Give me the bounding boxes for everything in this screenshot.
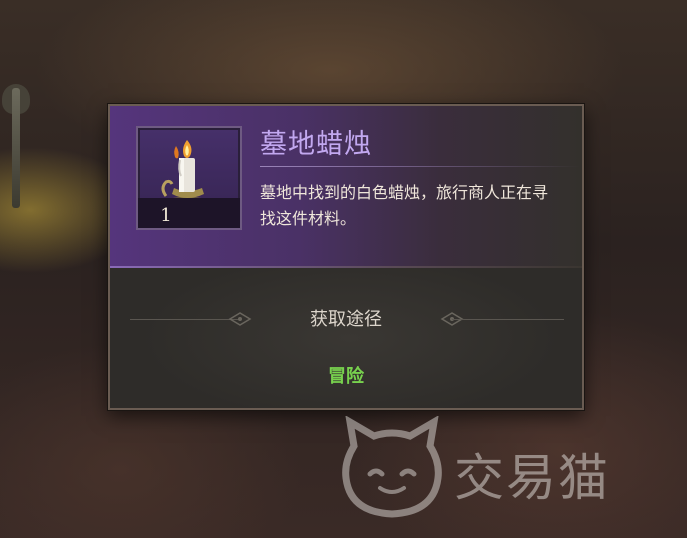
watermark: 交易猫 bbox=[336, 416, 666, 526]
item-slot: 1 bbox=[136, 126, 242, 230]
source-section-title: 获取途径 bbox=[310, 309, 382, 330]
lamp-post bbox=[12, 88, 20, 208]
tooltip-header: 1 墓地蜡烛 墓地中找到的白色蜡烛，旅行商人正在寻找这件材料。 bbox=[110, 106, 582, 269]
cat-logo-icon bbox=[342, 416, 442, 518]
watermark-text: 交易猫 bbox=[454, 449, 610, 507]
item-description: 墓地中找到的白色蜡烛，旅行商人正在寻找这件材料。 bbox=[260, 183, 549, 228]
item-tooltip: 1 墓地蜡烛 墓地中找到的白色蜡烛，旅行商人正在寻找这件材料。 获取途径 冒险 bbox=[108, 104, 584, 410]
item-name: 墓地蜡烛 bbox=[260, 129, 372, 160]
item-count: 1 bbox=[160, 205, 172, 226]
title-divider bbox=[260, 166, 580, 167]
divider-right-line bbox=[452, 319, 564, 320]
source-link-adventure[interactable]: 冒险 bbox=[110, 362, 582, 388]
item-count-bar: 1 bbox=[138, 198, 240, 228]
